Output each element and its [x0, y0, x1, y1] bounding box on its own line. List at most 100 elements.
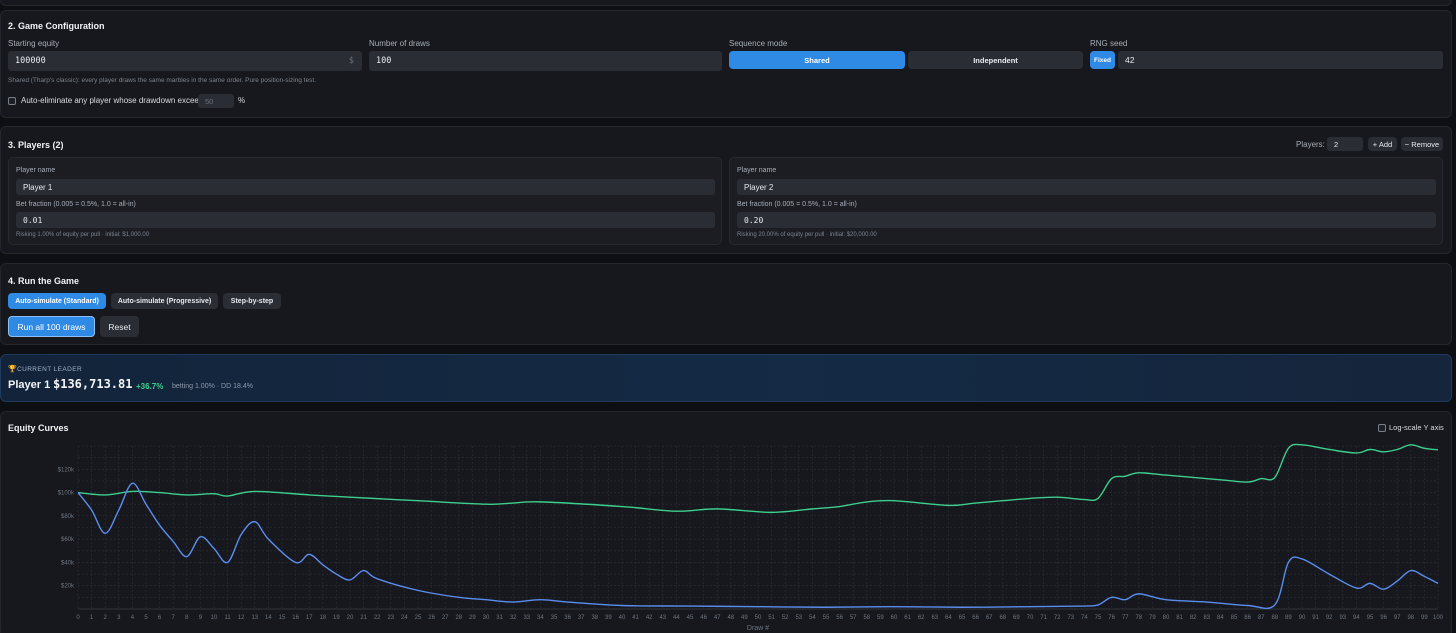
x-tick-label: 97 [1394, 615, 1401, 621]
x-tick-label: 68 [999, 615, 1006, 621]
leader-equity: $136,713.81 [53, 377, 133, 391]
draws-value: 100 [376, 56, 392, 66]
x-tick-label: 95 [1367, 615, 1374, 621]
x-tick-label: 43 [659, 615, 666, 621]
x-tick-label: 36 [564, 615, 571, 621]
x-tick-label: 61 [904, 615, 911, 621]
x-tick-label: 23 [387, 615, 394, 621]
bet-fraction-input[interactable]: 0.20 [737, 212, 1436, 228]
bet-fraction-input[interactable]: 0.01 [16, 212, 715, 228]
mode-standard-tab[interactable]: Auto-simulate (Standard) [8, 293, 106, 309]
x-tick-label: 77 [1122, 615, 1129, 621]
remove-player-button[interactable]: − Remove [1401, 137, 1443, 151]
x-tick-label: 94 [1353, 615, 1360, 621]
equity-curves-panel: Equity Curves Log-scale Y axis 012345678… [0, 411, 1452, 633]
x-tick-label: 30 [483, 615, 490, 621]
x-tick-label: 24 [401, 615, 408, 621]
section-title: 4. Run the Game [8, 276, 80, 286]
x-tick-label: 64 [945, 615, 952, 621]
trophy-icon: 🏆 [8, 366, 17, 373]
previous-section-edge [0, 0, 1452, 6]
x-tick-label: 81 [1176, 615, 1183, 621]
draws-input[interactable]: 100 [369, 51, 722, 71]
x-tick-label: 4 [131, 615, 135, 621]
auto-eliminate-label: Auto-eliminate any player whose drawdown… [21, 96, 208, 105]
rng-seed-input[interactable]: 42 [1118, 51, 1443, 69]
player-name-label: Player name [737, 167, 777, 174]
x-tick-label: 76 [1108, 615, 1115, 621]
x-tick-label: 50 [755, 615, 762, 621]
x-tick-label: 29 [469, 615, 476, 621]
x-tick-label: 55 [823, 615, 830, 621]
x-tick-label: 99 [1421, 615, 1428, 621]
y-tick-label: $20k [61, 584, 75, 590]
x-tick-label: 35 [551, 615, 558, 621]
bet-fraction-value: 0.20 [744, 215, 764, 225]
starting-equity-label: Starting equity [8, 39, 60, 48]
starting-equity-input[interactable]: 100000 $ [8, 51, 362, 71]
x-tick-label: 79 [1149, 615, 1156, 621]
x-tick-label: 5 [144, 615, 148, 621]
rng-fixed-button[interactable]: Fixed [1090, 51, 1115, 69]
auto-eliminate-checkbox[interactable] [8, 97, 16, 105]
x-tick-label: 33 [523, 615, 530, 621]
x-tick-label: 52 [782, 615, 789, 621]
player-name-value: Player 1 [23, 182, 53, 192]
players-panel: 3. Players (2) Players: 2 + Add − Remove… [0, 126, 1452, 254]
x-tick-label: 74 [1081, 615, 1088, 621]
rng-seed-label: RNG seed [1090, 39, 1128, 48]
drawdown-threshold-input[interactable]: 50 [198, 94, 234, 108]
x-tick-label: 15 [279, 615, 286, 621]
x-tick-label: 84 [1217, 615, 1224, 621]
percent-unit: % [238, 96, 246, 105]
sequence-independent-button[interactable]: Independent [908, 51, 1083, 69]
x-tick-label: 91 [1312, 615, 1319, 621]
x-tick-label: 62 [918, 615, 925, 621]
risk-note: Risking 20.00% of equity per pull · init… [737, 232, 877, 238]
leader-heading: CURRENT LEADER [17, 366, 83, 373]
drawdown-threshold-placeholder: 50 [205, 96, 214, 106]
x-tick-label: 54 [809, 615, 816, 621]
x-tick-label: 42 [646, 615, 653, 621]
player-name-input[interactable]: Player 1 [16, 179, 715, 195]
mode-progressive-tab[interactable]: Auto-simulate (Progressive) [111, 293, 218, 309]
mode-step-tab[interactable]: Step-by-step [223, 293, 281, 309]
x-tick-label: 16 [292, 615, 299, 621]
players-count-label: Players: [1296, 140, 1325, 149]
x-tick-label: 75 [1095, 615, 1102, 621]
run-all-button[interactable]: Run all 100 draws [8, 316, 95, 337]
sequence-mode-label: Sequence mode [729, 39, 788, 48]
x-tick-label: 46 [700, 615, 707, 621]
player-card: Player name Player 1 Bet fraction (0.005… [8, 157, 722, 245]
player-card: Player name Player 2 Bet fraction (0.005… [729, 157, 1443, 245]
x-tick-label: 22 [374, 615, 381, 621]
equity-chart: 0 1 2 3 4 5 6 7 8 9 10 11 12 13 14 15 16 17 18 19 20 21 22 23 24… [58, 443, 1444, 632]
x-tick-label: 40 [619, 615, 626, 621]
x-tick-label: 86 [1244, 615, 1251, 621]
x-tick-label: 41 [632, 615, 639, 621]
x-tick-label: 6 [158, 615, 162, 621]
player-name-input[interactable]: Player 2 [737, 179, 1436, 195]
x-tick-label: 92 [1326, 615, 1333, 621]
x-tick-label: 80 [1163, 615, 1170, 621]
x-tick-label: 26 [428, 615, 435, 621]
x-tick-label: 3 [117, 615, 121, 621]
x-tick-label: 27 [442, 615, 449, 621]
x-tick-label: 38 [591, 615, 598, 621]
players-count-input[interactable]: 2 [1327, 137, 1363, 151]
bet-fraction-value: 0.01 [23, 215, 43, 225]
x-tick-label: 93 [1339, 615, 1346, 621]
x-tick-label: 98 [1407, 615, 1414, 621]
sequence-shared-button[interactable]: Shared [729, 51, 905, 69]
x-tick-label: 13 [251, 615, 258, 621]
x-tick-label: 69 [1013, 615, 1020, 621]
x-tick-label: 32 [510, 615, 517, 621]
x-tick-label: 28 [455, 615, 462, 621]
add-player-button[interactable]: + Add [1368, 137, 1397, 151]
x-tick-label: 71 [1040, 615, 1047, 621]
x-tick-label: 73 [1067, 615, 1074, 621]
x-tick-label: 19 [333, 615, 340, 621]
reset-button[interactable]: Reset [100, 316, 139, 337]
players-count-value: 2 [1334, 139, 1339, 149]
x-tick-label: 87 [1258, 615, 1265, 621]
